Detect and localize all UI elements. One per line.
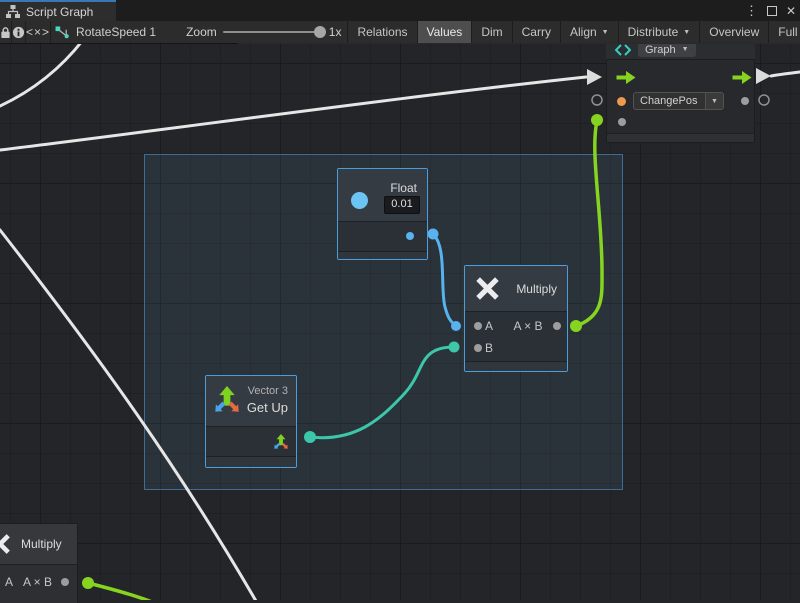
multiply-icon bbox=[475, 276, 500, 301]
node-footer bbox=[607, 133, 754, 142]
vector3-get-up-node[interactable]: Vector 3 Get Up bbox=[205, 375, 297, 468]
port-label-a: A bbox=[5, 575, 13, 589]
input-port-b[interactable] bbox=[474, 344, 482, 352]
zoom-slider-handle[interactable] bbox=[314, 26, 326, 38]
float-output-port[interactable] bbox=[406, 232, 414, 240]
tab-title: Script Graph bbox=[26, 5, 93, 19]
script-graph-icon bbox=[6, 5, 20, 18]
lock-button[interactable] bbox=[0, 21, 12, 43]
float-value-input[interactable]: 0.01 bbox=[384, 196, 420, 214]
zoom-slider[interactable] bbox=[223, 21, 323, 43]
zoom-value: 1x bbox=[329, 25, 342, 39]
graph-name-group[interactable]: RotateSpeed 1 bbox=[51, 21, 160, 43]
maximize-icon[interactable] bbox=[767, 6, 777, 16]
button-full-screen[interactable]: Full Screen bbox=[769, 21, 800, 43]
graph-toolbar: <×> RotateSpeed 1 Zoom 1x Relations Valu… bbox=[0, 21, 800, 44]
port-label-a: A bbox=[485, 319, 493, 333]
node-type-label: Vector 3 bbox=[248, 385, 288, 397]
window-controls: ⋮ ✕ bbox=[745, 0, 796, 21]
node-title: Multiply bbox=[516, 282, 557, 296]
node-title: Get Up bbox=[247, 400, 288, 415]
input-port-a[interactable] bbox=[474, 322, 482, 330]
flow-output-arrow-icon[interactable] bbox=[732, 71, 752, 84]
node-title: Float bbox=[390, 181, 417, 195]
button-relations[interactable]: Relations bbox=[348, 21, 417, 43]
code-view-button[interactable]: <×> bbox=[26, 21, 51, 43]
output-port[interactable] bbox=[61, 578, 69, 586]
flow-input-arrow-icon[interactable] bbox=[616, 71, 636, 84]
multiply-node-2[interactable]: Multiply A A × B bbox=[0, 523, 78, 603]
lock-icon bbox=[0, 26, 11, 39]
variable-input-port[interactable] bbox=[617, 97, 626, 106]
chevron-down-icon: ▼ bbox=[683, 29, 690, 36]
node-footer bbox=[338, 251, 427, 259]
vector3-icon bbox=[213, 386, 241, 414]
graph-asset-icon bbox=[55, 26, 70, 39]
value-output-port[interactable] bbox=[741, 97, 749, 105]
button-distribute[interactable]: Distribute ▼ bbox=[619, 21, 701, 43]
graph-unit-node[interactable]: ChangePos ▼ bbox=[606, 59, 755, 143]
node-footer bbox=[465, 361, 567, 371]
float-type-icon bbox=[351, 192, 368, 209]
code-icon: <×> bbox=[26, 25, 50, 39]
value-input-port-2[interactable] bbox=[618, 118, 626, 126]
vector3-output-port-icon[interactable] bbox=[273, 434, 289, 450]
zoom-slider-track[interactable] bbox=[223, 31, 323, 33]
window-titlebar: Script Graph ⋮ ✕ bbox=[0, 0, 800, 21]
info-icon bbox=[12, 26, 25, 39]
output-port[interactable] bbox=[553, 322, 561, 330]
chevron-down-icon[interactable]: ▼ bbox=[705, 93, 723, 109]
output-label: A × B bbox=[510, 319, 546, 333]
chevron-down-icon: ▼ bbox=[602, 29, 609, 36]
float-node[interactable]: Float 0.01 bbox=[337, 168, 428, 260]
zoom-label: Zoom bbox=[186, 25, 217, 39]
port-label-b: B bbox=[485, 341, 493, 355]
breadcrumb-label: Graph bbox=[645, 44, 676, 56]
variable-name: ChangePos bbox=[634, 93, 705, 109]
close-icon[interactable]: ✕ bbox=[786, 5, 796, 17]
visual-scripting-icon bbox=[615, 44, 631, 56]
graph-breadcrumb-dropdown[interactable]: Graph ▼ bbox=[638, 42, 696, 57]
zoom-group: Zoom 1x bbox=[160, 21, 347, 43]
output-label: A × B bbox=[23, 575, 52, 589]
button-values[interactable]: Values bbox=[418, 21, 473, 43]
unity-script-graph-window: { "window": { "tab_title": "Script Graph… bbox=[0, 0, 800, 600]
info-button[interactable] bbox=[12, 21, 26, 43]
variable-dropdown[interactable]: ChangePos ▼ bbox=[633, 92, 724, 110]
node-footer bbox=[206, 456, 296, 467]
node-title: Multiply bbox=[21, 537, 62, 551]
chevron-down-icon: ▼ bbox=[682, 46, 689, 53]
multiply-icon bbox=[0, 533, 11, 555]
button-dim[interactable]: Dim bbox=[472, 21, 512, 43]
button-overview[interactable]: Overview bbox=[700, 21, 769, 43]
button-align[interactable]: Align ▼ bbox=[561, 21, 619, 43]
multiply-node[interactable]: Multiply A A × B B bbox=[464, 265, 568, 372]
window-menu-icon[interactable]: ⋮ bbox=[745, 4, 758, 17]
graph-name: RotateSpeed 1 bbox=[76, 25, 156, 39]
tab-script-graph[interactable]: Script Graph bbox=[0, 0, 116, 21]
button-carry[interactable]: Carry bbox=[513, 21, 561, 43]
